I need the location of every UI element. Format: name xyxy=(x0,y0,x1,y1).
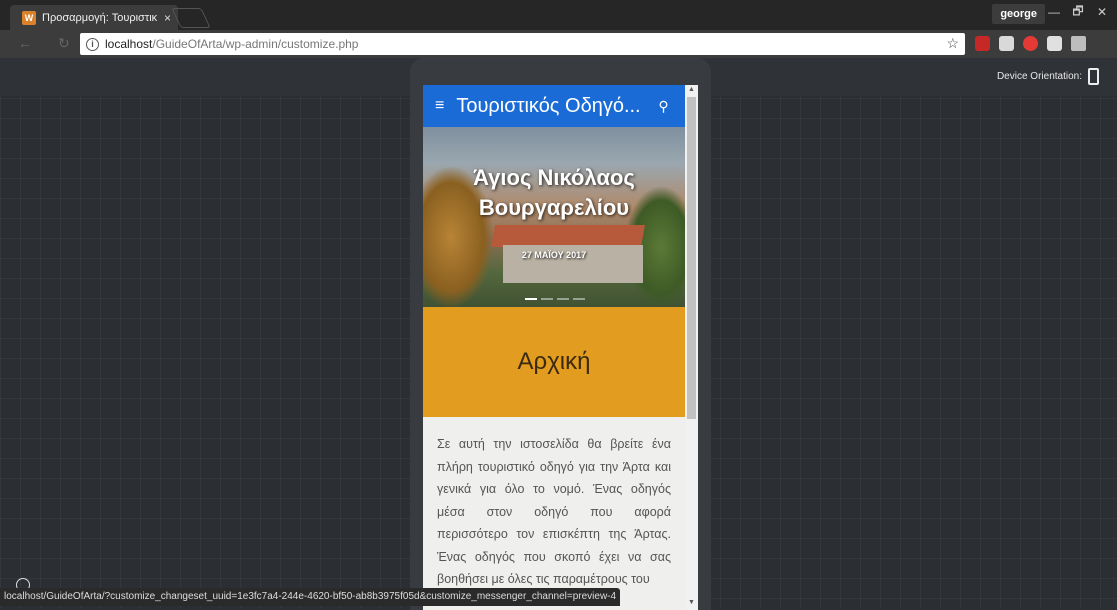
address-bar[interactable]: i localhost/GuideOfArta/wp-admin/customi… xyxy=(80,33,965,55)
bookmark-star-icon[interactable]: ☆ xyxy=(946,35,959,52)
slider-dot[interactable] xyxy=(541,298,553,300)
page-content: Σε αυτή την ιστοσελίδα θα βρείτε ένα πλή… xyxy=(423,417,685,610)
bookmark-ext-icon[interactable] xyxy=(975,36,990,51)
browser-tab-bar: W Προσαρμογή: Τουριστικ × george — 🗗 ✕ xyxy=(0,0,1117,30)
tools-ext-icon[interactable] xyxy=(1047,36,1062,51)
slider-dot[interactable] xyxy=(525,298,537,300)
hero-image-roof xyxy=(491,225,645,247)
menu-icon[interactable]: ≡ xyxy=(435,97,444,115)
minimize-button[interactable]: — xyxy=(1043,2,1065,22)
opera-ext-icon[interactable] xyxy=(1023,36,1038,51)
browser-toolbar: ← ↻ i localhost/GuideOfArta/wp-admin/cus… xyxy=(0,30,1117,58)
hero-title[interactable]: Άγιος Νικόλαος Βουργαρελίου xyxy=(423,163,685,223)
site-title[interactable]: Τουριστικός Οδηγό... xyxy=(456,95,658,118)
close-window-button[interactable]: ✕ xyxy=(1091,2,1113,22)
phone-icon[interactable] xyxy=(1088,68,1099,85)
browser-tab[interactable]: W Προσαρμογή: Τουριστικ × xyxy=(10,5,178,30)
site-header: ≡ Τουριστικός Οδηγό... ⚲ xyxy=(423,85,685,127)
tab-close-icon[interactable]: × xyxy=(164,11,171,25)
device-screen: ≡ Τουριστικός Οδηγό... ⚲ Άγιος Νικόλαος … xyxy=(423,85,698,610)
hero-slider[interactable]: Άγιος Νικόλαος Βουργαρελίου 27 ΜΑΪΟΥ 201… xyxy=(423,127,685,307)
slider-dots xyxy=(525,298,585,300)
s-ext-icon[interactable] xyxy=(999,36,1014,51)
site-favicon-icon: W xyxy=(22,10,36,25)
scroll-thumb[interactable] xyxy=(687,97,696,419)
status-bar: localhost/GuideOfArta/?customize_changes… xyxy=(0,588,621,606)
back-arrow-icon[interactable]: ← xyxy=(18,35,32,51)
drive-ext-icon[interactable] xyxy=(1071,36,1086,51)
reload-icon[interactable]: ↻ xyxy=(58,35,70,52)
restore-button[interactable]: 🗗 xyxy=(1067,2,1089,22)
url-host: localhost xyxy=(105,37,153,51)
preview-scrollbar[interactable]: ▲ ▼ xyxy=(685,85,698,610)
search-icon[interactable]: ⚲ xyxy=(658,98,668,115)
device-orientation-control[interactable]: Device Orientation: xyxy=(997,68,1099,85)
url-path: /GuideOfArta/wp-admin/customize.php xyxy=(152,37,359,51)
device-orientation-label: Device Orientation: xyxy=(996,71,1082,82)
window-controls: — 🗗 ✕ xyxy=(1043,2,1113,22)
extensions-bar xyxy=(975,36,1086,51)
page-title: Αρχική xyxy=(517,348,591,375)
slider-dot[interactable] xyxy=(557,298,569,300)
content-paragraph: Σε αυτή την ιστοσελίδα θα βρείτε ένα πλή… xyxy=(437,437,671,586)
device-frame: ≡ Τουριστικός Οδηγό... ⚲ Άγιος Νικόλαος … xyxy=(410,58,711,610)
tab-title: Προσαρμογή: Τουριστικ xyxy=(42,11,158,24)
scroll-up-icon[interactable]: ▲ xyxy=(687,86,696,96)
slider-dot[interactable] xyxy=(573,298,585,300)
profile-button[interactable]: george xyxy=(992,4,1045,24)
page-banner: Αρχική xyxy=(423,307,685,417)
hero-date: 27 ΜΑΪΟΥ 2017 xyxy=(521,250,587,260)
info-icon[interactable]: i xyxy=(86,37,99,51)
